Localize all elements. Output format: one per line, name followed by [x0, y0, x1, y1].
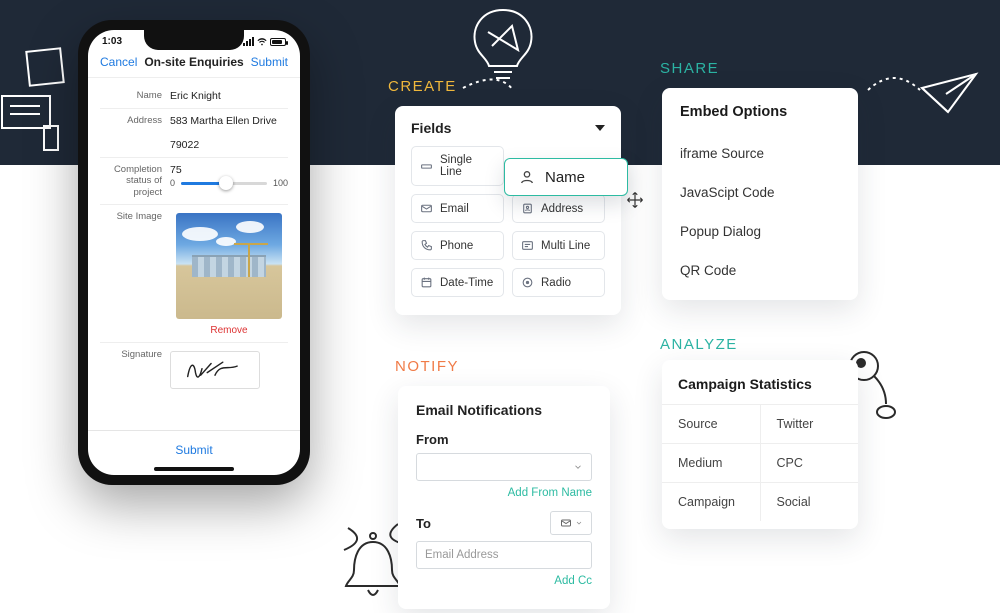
email-icon	[420, 202, 433, 215]
add-cc-link[interactable]: Add Cc	[416, 569, 592, 599]
completion-label: Completion status of project	[100, 164, 162, 198]
section-label-share: SHARE	[660, 60, 719, 77]
embed-option-popup[interactable]: Popup Dialog	[680, 212, 840, 251]
chevron-down-icon	[573, 462, 583, 472]
field-name-dragging[interactable]: Name	[504, 158, 628, 196]
completion-slider[interactable]	[181, 182, 267, 185]
zip-field[interactable]: 79022	[170, 139, 288, 151]
embed-title: Embed Options	[680, 104, 840, 134]
name-icon	[519, 169, 535, 185]
completion-value: 75	[170, 164, 288, 176]
stat-key: Medium	[662, 444, 761, 482]
field-multi-line[interactable]: Multi Line	[512, 231, 605, 260]
stat-val: Twitter	[761, 405, 859, 443]
field-date-time[interactable]: Date-Time	[411, 268, 504, 297]
nav-title: On-site Enquiries	[144, 55, 243, 69]
to-type-select[interactable]	[550, 511, 592, 535]
embed-option-js[interactable]: JavaScipt Code	[680, 173, 840, 212]
chevron-down-icon[interactable]	[595, 125, 605, 131]
signature-field[interactable]	[170, 351, 260, 389]
table-row: Medium CPC	[662, 443, 858, 482]
slider-min: 0	[170, 178, 175, 188]
from-select[interactable]	[416, 453, 592, 481]
paper-plane-doodle	[864, 60, 984, 140]
notes-doodle	[0, 44, 78, 164]
stat-key: Source	[662, 405, 761, 443]
stat-key: Campaign	[662, 483, 761, 521]
campaign-statistics-card: Campaign Statistics Source Twitter Mediu…	[662, 360, 858, 529]
name-label: Name	[100, 90, 162, 102]
lightbulb-doodle	[458, 0, 548, 92]
stat-val: CPC	[761, 444, 859, 482]
fields-card: Fields Single Line Email Address Phone M…	[395, 106, 621, 315]
nav-bar: Cancel On-site Enquiries Submit	[88, 49, 300, 78]
field-single-line[interactable]: Single Line	[411, 146, 504, 186]
embed-options-card: Embed Options iframe Source JavaScipt Co…	[662, 88, 858, 300]
cancel-button[interactable]: Cancel	[100, 55, 137, 69]
embed-option-qr[interactable]: QR Code	[680, 251, 840, 290]
to-label: To	[416, 516, 431, 531]
site-image-label: Site Image	[100, 211, 162, 222]
submit-button-top[interactable]: Submit	[251, 55, 288, 69]
field-label: Address	[541, 203, 583, 215]
date-time-icon	[420, 276, 433, 289]
field-label: Phone	[440, 240, 473, 252]
status-time: 1:03	[102, 36, 122, 47]
zip-label	[100, 139, 162, 151]
field-label: Radio	[541, 277, 571, 289]
signature-label: Signature	[100, 349, 162, 389]
embed-option-iframe[interactable]: iframe Source	[680, 134, 840, 173]
field-address[interactable]: Address	[512, 194, 605, 223]
form-body[interactable]: Name Eric Knight Address 583 Martha Elle…	[88, 78, 300, 430]
chevron-down-icon	[575, 519, 583, 527]
stat-val: Social	[761, 483, 859, 521]
analyze-title: Campaign Statistics	[662, 376, 858, 404]
email-icon	[560, 517, 572, 529]
move-cursor-icon	[626, 191, 644, 209]
slider-max: 100	[273, 178, 288, 188]
to-placeholder: Email Address	[425, 549, 499, 561]
field-label: Multi Line	[541, 240, 590, 252]
fields-header: Fields	[411, 120, 451, 136]
address-icon	[521, 202, 534, 215]
section-label-create: CREATE	[388, 78, 457, 95]
phone-notch	[144, 30, 244, 50]
radio-icon	[521, 276, 534, 289]
phone-frame: 1:03 Cancel On-site Enquiries Submit Nam…	[78, 20, 310, 485]
from-label: From	[416, 432, 592, 453]
phone-screen: 1:03 Cancel On-site Enquiries Submit Nam…	[88, 30, 300, 475]
section-label-notify: NOTIFY	[395, 358, 459, 375]
home-indicator	[154, 467, 234, 471]
field-label: Single Line	[440, 154, 495, 178]
wifi-icon	[257, 37, 267, 47]
battery-icon	[270, 38, 286, 46]
address-label: Address	[100, 115, 162, 127]
section-label-analyze: ANALYZE	[660, 336, 738, 353]
field-label: Email	[440, 203, 469, 215]
notify-title: Email Notifications	[416, 402, 592, 432]
remove-image-button[interactable]: Remove	[210, 319, 247, 336]
single-line-icon	[420, 160, 433, 173]
name-field[interactable]: Eric Knight	[170, 90, 288, 102]
site-image-thumb[interactable]	[176, 213, 282, 319]
signature-glyph	[180, 357, 250, 383]
field-radio[interactable]: Radio	[512, 268, 605, 297]
to-email-input[interactable]: Email Address	[416, 541, 592, 569]
field-label: Name	[545, 169, 585, 186]
submit-button-bottom[interactable]: Submit	[88, 430, 300, 463]
add-from-name-link[interactable]: Add From Name	[416, 481, 592, 511]
table-row: Source Twitter	[662, 404, 858, 443]
signal-icon	[243, 37, 254, 46]
table-row: Campaign Social	[662, 482, 858, 521]
address-field[interactable]: 583 Martha Ellen Drive	[170, 115, 288, 127]
field-phone[interactable]: Phone	[411, 231, 504, 260]
field-email[interactable]: Email	[411, 194, 504, 223]
field-label: Date-Time	[440, 277, 493, 289]
phone-icon	[420, 239, 433, 252]
multi-line-icon	[521, 239, 534, 252]
email-notifications-card: Email Notifications From Add From Name T…	[398, 386, 610, 609]
